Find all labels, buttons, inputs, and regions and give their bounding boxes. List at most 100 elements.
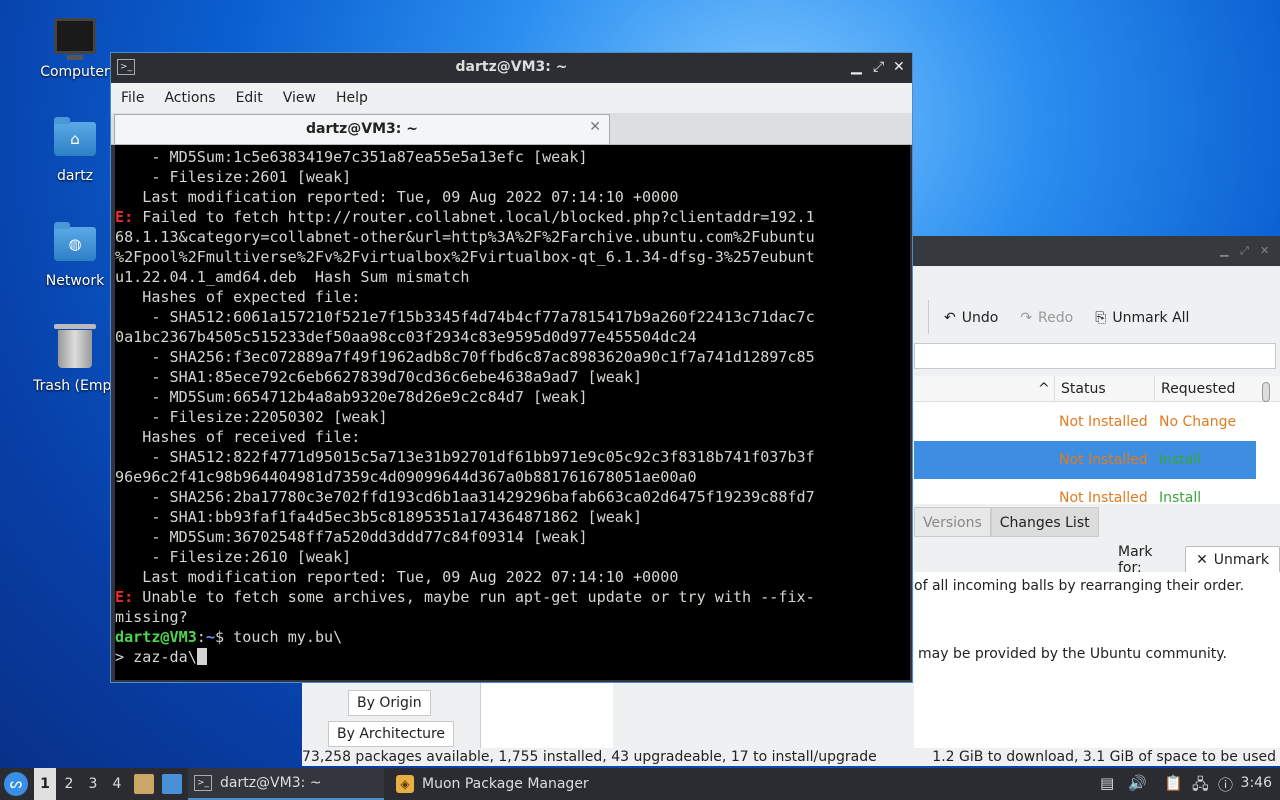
output-line: E: Unable to fetch some archives, maybe … <box>115 588 815 606</box>
volume-icon[interactable]: 🔊 <box>1128 774 1147 792</box>
muon-toolbar: ↶ Undo ↷ Redo ⎘ Unmark All <box>944 306 1189 330</box>
output-line: - SHA1:85ece792c6eb6627839d70cd36c6ebe46… <box>115 368 643 386</box>
desktop-icon-label: Trash (Empt <box>33 378 117 394</box>
output-line: missing? <box>115 608 188 626</box>
filter-by-architecture-button[interactable]: By Architecture <box>328 721 455 747</box>
status-download: 1.2 GiB to download, 3.1 GiB of space to… <box>932 749 1276 765</box>
terminal-titlebar[interactable]: >_ dartz@VM3: ~ ▁ ⤢ ✕ <box>111 53 912 83</box>
clock[interactable]: 3:46 <box>1241 775 1272 791</box>
tab-changes-list[interactable]: Changes List <box>990 507 1099 537</box>
output-line: Last modification reported: Tue, 09 Aug … <box>115 568 679 586</box>
toolbar-separator <box>928 300 929 334</box>
monitor-icon <box>54 18 96 60</box>
trash-icon <box>54 324 96 368</box>
workspace-3[interactable]: 3 <box>82 768 104 800</box>
close-icon[interactable]: ✕ <box>893 59 905 75</box>
output-line: - MD5Sum:36702548ff7a520dd3ddd77c84f0931… <box>115 528 588 546</box>
terminal-tabbar: dartz@VM3: ~ ✕ <box>111 113 912 145</box>
file-manager-icon[interactable] <box>134 774 154 794</box>
close-icon: ✕ <box>1196 552 1208 568</box>
output-line: Last modification reported: Tue, 09 Aug … <box>115 188 679 206</box>
home-folder-icon: ⌂ <box>54 117 96 156</box>
maximize-icon[interactable]: ⤢ <box>873 59 884 75</box>
output-line: 0a1bc2367b4505c515233def50aa98cc03f2934c… <box>115 328 697 346</box>
details-tabs: Versions Changes List <box>914 507 1099 537</box>
output-line: %2Fpool%2Fmultiverse%2Fv%2Fvirtualbox%2F… <box>115 248 815 266</box>
unmark-all-button[interactable]: ⎘ Unmark All <box>1095 310 1189 326</box>
maximize-icon[interactable]: ⤢ <box>1240 244 1249 258</box>
package-description: of all incoming balls by rearranging the… <box>914 572 1280 748</box>
table-row[interactable]: Not Installed No Change <box>914 403 1256 441</box>
prompt-user: dartz@VM3 <box>115 628 197 646</box>
updates-icon[interactable]: ⓘ <box>1218 774 1233 795</box>
menu-bar: File Actions Edit View Help <box>111 83 912 113</box>
workspace-4[interactable]: 4 <box>106 768 128 800</box>
table-row[interactable]: Not Installed Install <box>914 441 1256 479</box>
menu-edit[interactable]: Edit <box>226 83 273 113</box>
unmark-all-icon: ⎘ <box>1095 310 1107 326</box>
package-search-input[interactable] <box>914 343 1276 369</box>
taskbar: ᔕ 1 2 3 4 >_ dartz@VM3: ~ ◈ Muon Package… <box>0 768 1280 800</box>
terminal-tab[interactable]: dartz@VM3: ~ ✕ <box>114 114 610 144</box>
output-line: Hashes of received file: <box>115 428 361 446</box>
minimize-icon[interactable]: ▁ <box>1220 244 1228 257</box>
output-line: Hashes of expected file: <box>115 288 361 306</box>
unmark-button[interactable]: ✕ Unmark <box>1185 546 1280 574</box>
table-header: ^ Status Requested <box>914 376 1280 402</box>
network-icon[interactable]: 🖧 <box>1192 774 1209 799</box>
trash-tray-icon[interactable]: ▤ <box>1100 774 1114 792</box>
error-prefix: E: <box>115 208 134 226</box>
description-line: may be provided by the Ubuntu community. <box>918 646 1227 662</box>
sort-indicator-icon[interactable]: ^ <box>1032 376 1050 402</box>
menu-file[interactable]: File <box>111 83 154 113</box>
task-terminal[interactable]: >_ dartz@VM3: ~ <box>188 768 384 800</box>
row-requested: Install <box>1159 490 1202 506</box>
filter-by-origin-button[interactable]: By Origin <box>348 690 431 716</box>
clipboard-icon[interactable]: 📋 <box>1164 774 1183 792</box>
error-prefix: E: <box>115 588 134 606</box>
close-tab-icon[interactable]: ✕ <box>589 119 601 135</box>
output-line: E: Failed to fetch http://router.collabn… <box>115 208 815 226</box>
package-table: ^ Status Requested Not Installed No Chan… <box>914 376 1280 506</box>
close-icon[interactable]: ✕ <box>1260 244 1269 257</box>
terminal-output[interactable]: - MD5Sum:1c5e6383419e7c351a87ea55e5a13ef… <box>115 145 910 680</box>
output-line: - Filesize:2601 [weak] <box>115 168 352 186</box>
output-line: - Filesize:2610 [weak] <box>115 548 352 566</box>
output-line: 68.1.13&category=collabnet-other&url=htt… <box>115 228 815 246</box>
menu-actions[interactable]: Actions <box>154 83 225 113</box>
desktop-icon-label: Computer <box>40 64 110 80</box>
task-muon[interactable]: ◈ Muon Package Manager <box>390 768 590 800</box>
column-header-status[interactable]: Status <box>1054 376 1154 402</box>
filter-list <box>481 676 613 748</box>
output-line: - Filesize:22050302 [weak] <box>115 408 388 426</box>
redo-button[interactable]: ↷ Redo <box>1020 310 1073 326</box>
menu-help[interactable]: Help <box>326 83 378 113</box>
output-line: - SHA512:6061a157210f521e7f15b3345f4d74b… <box>115 308 815 326</box>
terminal-window[interactable]: >_ dartz@VM3: ~ ▁ ⤢ ✕ File Actions Edit … <box>110 52 913 683</box>
workspace-1[interactable]: 1 <box>34 768 56 800</box>
row-status: Not Installed <box>1059 452 1148 468</box>
tab-label: dartz@VM3: ~ <box>306 121 418 137</box>
redo-icon: ↷ <box>1020 310 1033 326</box>
command-text: touch my.bu\ <box>224 628 343 646</box>
undo-button[interactable]: ↶ Undo <box>944 310 998 326</box>
tab-versions[interactable]: Versions <box>914 507 991 537</box>
start-menu-icon[interactable]: ᔕ <box>4 772 28 796</box>
status-packages: 73,258 packages available, 1,755 install… <box>302 749 877 765</box>
output-line: - SHA1:bb93faf1fa4d5ec3b5c81895351a17436… <box>115 508 643 526</box>
column-header-requested[interactable]: Requested <box>1154 376 1258 402</box>
prompt-line: dartz@VM3:~$ touch my.bu\ <box>115 628 343 646</box>
workspace-2[interactable]: 2 <box>58 768 80 800</box>
status-bar: 73,258 packages available, 1,755 install… <box>302 748 1280 766</box>
table-scrollbar[interactable] <box>1262 382 1270 402</box>
minimize-icon[interactable]: ▁ <box>851 59 862 75</box>
network-folder-icon: ◍ <box>54 222 96 261</box>
output-line: - SHA256:f3ec072889a7f49f1962adb8c70ffbd… <box>115 348 815 366</box>
text-cursor <box>196 648 207 665</box>
output-line: - SHA512:822f4771d95015c5a713e31b92701df… <box>115 448 815 466</box>
muon-app-icon: ◈ <box>396 775 414 793</box>
output-line: - SHA256:2ba17780c3e702ffd193cd6b1aa3142… <box>115 488 815 506</box>
show-desktop-icon[interactable] <box>162 774 182 794</box>
menu-view[interactable]: View <box>273 83 326 113</box>
desktop-icon-label: Network <box>45 273 105 289</box>
